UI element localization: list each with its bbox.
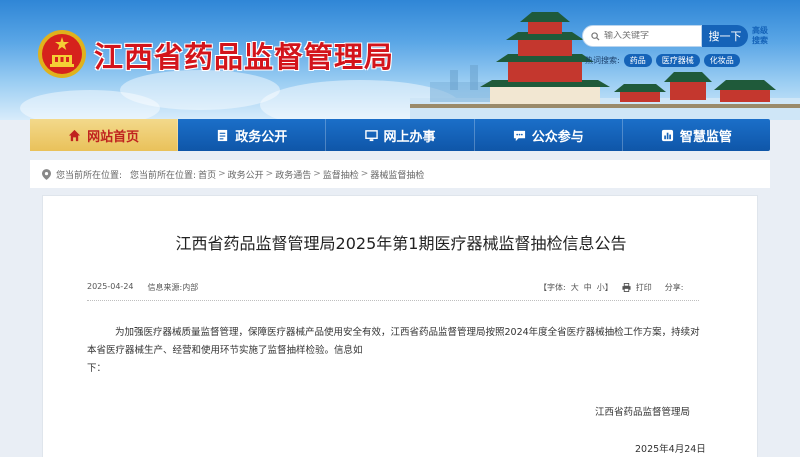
nav-label: 网站首页: [87, 129, 140, 145]
breadcrumb-separator: >: [313, 169, 321, 179]
site-header: 江西省药品监督管理局 搜一下 高级搜索 热词搜索: 药品: [0, 0, 800, 120]
nav-label: 政务公开: [235, 129, 288, 145]
nav-item-government-affairs[interactable]: 政务公开: [178, 119, 327, 151]
article-meta: 2025-04-24 信息来源:内部 【字体: 大 中 小】 打印 分享:: [87, 282, 687, 296]
signature-date: 2025年4月24日: [635, 444, 706, 455]
breadcrumb-announcements[interactable]: 政务通告: [275, 168, 311, 181]
nav-item-online-services[interactable]: 网上办事: [326, 119, 475, 151]
breadcrumb-supervision-sampling[interactable]: 监督抽检: [323, 168, 359, 181]
font-large-button[interactable]: 大: [571, 282, 579, 293]
monitor-icon: [364, 129, 378, 141]
home-icon: [69, 129, 81, 141]
breadcrumb-device-sampling[interactable]: 器械监督抽检: [370, 168, 424, 181]
article-date: 2025-04-24: [87, 282, 134, 291]
nav-label: 公众参与: [531, 129, 584, 145]
hot-tag-cosmetics[interactable]: 化妆品: [703, 54, 740, 67]
breadcrumb: 您当前所在位置: 您当前所在位置: 首页 > 政务公开 > 政务通告 > 监督抽…: [30, 160, 770, 188]
article-paragraph-continued: 下：: [87, 363, 107, 374]
breadcrumb-separator: >: [218, 169, 226, 179]
breadcrumb-prefix: 您当前所在位置:: [56, 170, 123, 181]
hot-search-label: 热词搜索:: [585, 56, 620, 65]
share-label: 分享:: [664, 283, 684, 292]
article-source: 信息来源:内部: [147, 283, 199, 292]
article-panel: 江西省药品监督管理局2025年第1期医疗器械监督抽检信息公告 2025-04-2…: [42, 195, 758, 457]
breadcrumb-separator: >: [265, 169, 274, 179]
font-size-label: 【字体:: [539, 283, 566, 292]
meta-divider: [87, 300, 699, 301]
nav-label: 智慧监管: [679, 129, 732, 145]
nav-item-public-participation[interactable]: 公众参与: [475, 119, 623, 151]
national-emblem-icon: [38, 30, 86, 78]
cloud-decoration: [20, 90, 160, 120]
breadcrumb-label: 您当前所在位置:: [130, 170, 197, 181]
advanced-search-link[interactable]: 高级搜索: [752, 26, 770, 46]
main-nav: 网站首页 政务公开 网上办事 公众参与 智慧监管: [30, 119, 770, 151]
chart-icon: [661, 129, 673, 141]
site-title: 江西省药品监督管理局: [94, 40, 395, 74]
search-icon: [591, 31, 600, 41]
print-icon[interactable]: [622, 283, 631, 292]
nav-label: 网上办事: [383, 129, 436, 145]
article-body: 为加强医疗器械质量监督管理，保障医疗器械产品使用安全有效，江西省药品监督管理局按…: [87, 324, 701, 378]
hot-tag-drug[interactable]: 药品: [623, 54, 652, 67]
search-box[interactable]: [582, 25, 702, 47]
search-button[interactable]: 搜一下: [702, 25, 748, 47]
breadcrumb-home[interactable]: 首页: [198, 168, 216, 181]
font-medium-button[interactable]: 中: [584, 282, 592, 293]
breadcrumb-separator: >: [360, 169, 369, 179]
location-pin-icon: [42, 168, 51, 180]
signature-organization: 江西省药品监督管理局: [595, 407, 691, 418]
nav-item-smart-supervision[interactable]: 智慧监管: [623, 119, 770, 151]
chat-icon: [513, 130, 525, 141]
hot-search: 热词搜索: 药品 医疗器械 化妆品: [585, 54, 740, 67]
search-input[interactable]: [604, 31, 700, 41]
hot-tag-device[interactable]: 医疗器械: [655, 54, 700, 67]
font-small-button[interactable]: 小】: [597, 282, 613, 293]
print-button[interactable]: 打印: [636, 282, 652, 293]
article-paragraph: 为加强医疗器械质量监督管理，保障医疗器械产品使用安全有效，江西省药品监督管理局按…: [87, 327, 700, 356]
breadcrumb-government-affairs[interactable]: 政务公开: [228, 168, 264, 181]
nav-item-home[interactable]: 网站首页: [30, 119, 179, 151]
article-title: 江西省药品监督管理局2025年第1期医疗器械监督抽检信息公告: [175, 234, 627, 253]
document-icon: [218, 129, 228, 141]
